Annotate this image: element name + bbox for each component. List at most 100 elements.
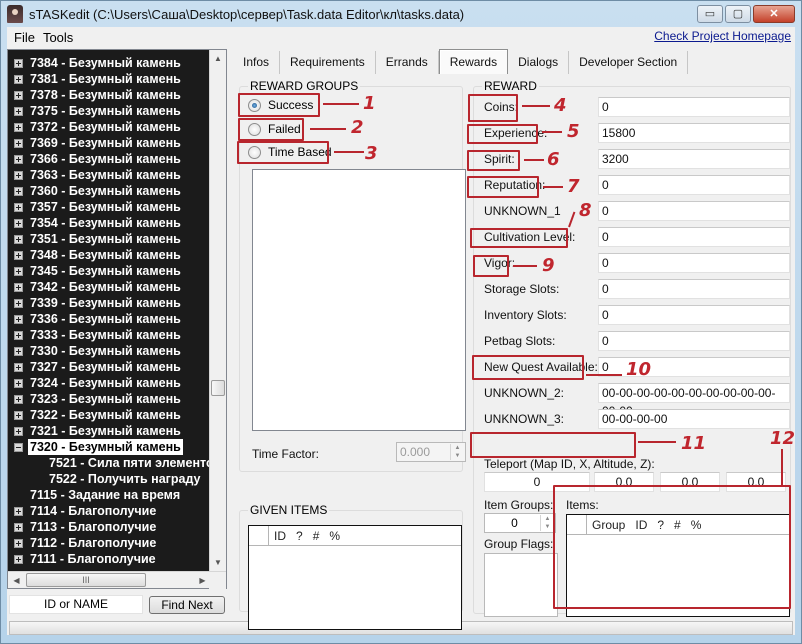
tree-node-label[interactable]: 7354 - Безумный камень bbox=[28, 215, 183, 231]
tree-node-label[interactable]: 7333 - Безумный камень bbox=[28, 327, 183, 343]
tree-node-label[interactable]: 7348 - Безумный камень bbox=[28, 247, 183, 263]
tree-node-label[interactable]: 7323 - Безумный камень bbox=[28, 391, 183, 407]
expand-plus-icon[interactable] bbox=[14, 154, 23, 164]
tree-node-label[interactable]: 7360 - Безумный камень bbox=[28, 183, 183, 199]
menu-file[interactable]: File bbox=[10, 30, 39, 45]
expand-plus-icon[interactable] bbox=[14, 394, 23, 404]
tree-node[interactable]: 7369 - Безумный камень bbox=[9, 135, 209, 151]
reward-field-input[interactable]: 0 bbox=[598, 175, 790, 195]
expand-plus-icon[interactable] bbox=[14, 378, 23, 388]
tree-node[interactable]: 7115 - Задание на время bbox=[9, 487, 209, 503]
scroll-left-arrow-icon[interactable]: ◀ bbox=[8, 572, 25, 589]
maximize-button[interactable]: ▢ bbox=[725, 5, 751, 23]
tab-infos[interactable]: Infos bbox=[233, 51, 281, 75]
reward-field-input[interactable]: 15800 bbox=[598, 123, 790, 143]
expand-plus-icon[interactable] bbox=[14, 122, 23, 132]
expand-plus-icon[interactable] bbox=[14, 170, 23, 180]
expand-plus-icon[interactable] bbox=[14, 234, 23, 244]
tree-node[interactable]: 7354 - Безумный камень bbox=[9, 215, 209, 231]
check-homepage-link[interactable]: Check Project Homepage bbox=[654, 29, 791, 43]
col-id[interactable]: ID bbox=[269, 529, 291, 543]
tree-node-label[interactable]: 7321 - Безумный камень bbox=[28, 423, 183, 439]
expand-plus-icon[interactable] bbox=[14, 506, 23, 516]
tree-node[interactable]: 7522 - Получить награду bbox=[9, 471, 209, 487]
expand-plus-icon[interactable] bbox=[14, 218, 23, 228]
tree-node-label[interactable]: 7345 - Безумный камень bbox=[28, 263, 183, 279]
expand-plus-icon[interactable] bbox=[14, 266, 23, 276]
col-question[interactable]: ? bbox=[291, 529, 308, 543]
tree-node[interactable]: 7112 - Благополучие bbox=[9, 535, 209, 551]
reward-field-input[interactable]: 0 bbox=[598, 97, 790, 117]
close-button[interactable]: ✕ bbox=[753, 5, 795, 23]
tree-node[interactable]: 7357 - Безумный камень bbox=[9, 199, 209, 215]
reward-field-input[interactable]: 0 bbox=[598, 279, 790, 299]
tree-node[interactable]: 7323 - Безумный камень bbox=[9, 391, 209, 407]
tree-node[interactable]: 7360 - Безумный камень bbox=[9, 183, 209, 199]
scroll-up-arrow-icon[interactable]: ▲ bbox=[210, 50, 226, 67]
tree-node-label[interactable]: 7366 - Безумный камень bbox=[28, 151, 183, 167]
tree-node[interactable]: 7327 - Безумный камень bbox=[9, 359, 209, 375]
horizontal-scroll-thumb[interactable]: III bbox=[26, 573, 146, 587]
tree-node-label[interactable]: 7339 - Безумный камень bbox=[28, 295, 183, 311]
tab-dialogs[interactable]: Dialogs bbox=[508, 51, 570, 75]
find-next-button[interactable]: Find Next bbox=[149, 596, 225, 614]
tree-node-label[interactable]: 7111 - Благополучие bbox=[28, 551, 158, 567]
expand-plus-icon[interactable] bbox=[14, 314, 23, 324]
tree-node[interactable]: 7111 - Благополучие bbox=[9, 551, 209, 567]
given-items-grid[interactable]: ID ? # % bbox=[248, 525, 462, 630]
tree-horizontal-scrollbar[interactable]: ◀ III ▶ bbox=[8, 571, 226, 589]
time-factor-spinner[interactable]: 0.000 ▲ ▼ bbox=[396, 442, 466, 462]
tree-node-label[interactable]: 7357 - Безумный камень bbox=[28, 199, 183, 215]
tree-node[interactable]: 7381 - Безумный камень bbox=[9, 71, 209, 87]
tree-node-label[interactable]: 7372 - Безумный камень bbox=[28, 119, 183, 135]
expand-plus-icon[interactable] bbox=[14, 426, 23, 436]
tree-node[interactable]: 7348 - Безумный камень bbox=[9, 247, 209, 263]
tree-node[interactable]: 7322 - Безумный камень bbox=[9, 407, 209, 423]
tree-node[interactable]: 7113 - Благополучие bbox=[9, 519, 209, 535]
tree-node-label[interactable]: 7113 - Благополучие bbox=[28, 519, 158, 535]
item-groups-spinner[interactable]: 0 ▲ ▼ bbox=[484, 513, 556, 533]
menu-tools[interactable]: Tools bbox=[39, 30, 77, 45]
scroll-down-arrow-icon[interactable]: ▼ bbox=[210, 554, 226, 571]
expand-plus-icon[interactable] bbox=[14, 250, 23, 260]
expand-plus-icon[interactable] bbox=[14, 410, 23, 420]
tree-node[interactable]: 7320 - Безумный камень bbox=[9, 439, 209, 455]
tree-node[interactable]: 7321 - Безумный камень bbox=[9, 423, 209, 439]
tree-node[interactable]: 7372 - Безумный камень bbox=[9, 119, 209, 135]
tree-node[interactable]: 7521 - Сила пяти элементов bbox=[9, 455, 209, 471]
reward-field-input[interactable]: 00-00-00-00-00-00-00-00-00-00-00-00 bbox=[598, 383, 790, 418]
tree-node[interactable]: 7351 - Безумный камень bbox=[9, 231, 209, 247]
expand-plus-icon[interactable] bbox=[14, 90, 23, 100]
spin-up-down-icon[interactable]: ▲ ▼ bbox=[540, 515, 554, 531]
tree-node-label[interactable]: 7521 - Сила пяти элементов bbox=[47, 455, 209, 471]
reward-field-input[interactable]: 00-00-00-00 bbox=[598, 409, 790, 429]
tree-node[interactable]: 7378 - Безумный камень bbox=[9, 87, 209, 103]
tree-node[interactable]: 7342 - Безумный камень bbox=[9, 279, 209, 295]
tab-rewards[interactable]: Rewards bbox=[438, 49, 509, 75]
tree-node-label[interactable]: 7375 - Безумный камень bbox=[28, 103, 183, 119]
expand-plus-icon[interactable] bbox=[14, 138, 23, 148]
expand-plus-icon[interactable] bbox=[14, 330, 23, 340]
tree-node[interactable]: 7363 - Безумный камень bbox=[9, 167, 209, 183]
tree-node-label[interactable]: 7320 - Безумный камень bbox=[28, 439, 183, 455]
expand-plus-icon[interactable] bbox=[14, 554, 23, 564]
group-flags-list[interactable] bbox=[484, 553, 558, 617]
expand-plus-icon[interactable] bbox=[14, 282, 23, 292]
tree-node[interactable]: 7330 - Безумный камень bbox=[9, 343, 209, 359]
tree-node-label[interactable]: 7330 - Безумный камень bbox=[28, 343, 183, 359]
tree-node-label[interactable]: 7324 - Безумный камень bbox=[28, 375, 183, 391]
tree-node[interactable]: 7375 - Безумный камень bbox=[9, 103, 209, 119]
tree-node-label[interactable]: 7322 - Безумный камень bbox=[28, 407, 183, 423]
tree-node-label[interactable]: 7384 - Безумный камень bbox=[28, 55, 183, 71]
reward-groups-list[interactable] bbox=[252, 169, 466, 431]
tree-vertical-scrollbar[interactable]: ▲ ▼ bbox=[209, 50, 226, 571]
tree-node[interactable]: 7345 - Безумный камень bbox=[9, 263, 209, 279]
task-tree[interactable]: 7384 - Безумный камень 7381 - Безумный ка… bbox=[7, 49, 227, 589]
tree-node-label[interactable]: 7378 - Безумный камень bbox=[28, 87, 183, 103]
reward-field-input[interactable]: 3200 bbox=[598, 149, 790, 169]
tab-errands[interactable]: Errands bbox=[376, 51, 439, 75]
expand-plus-icon[interactable] bbox=[14, 74, 23, 84]
vertical-scroll-thumb[interactable] bbox=[211, 380, 225, 396]
tree-node[interactable]: 7384 - Безумный камень bbox=[9, 55, 209, 71]
expand-plus-icon[interactable] bbox=[14, 186, 23, 196]
